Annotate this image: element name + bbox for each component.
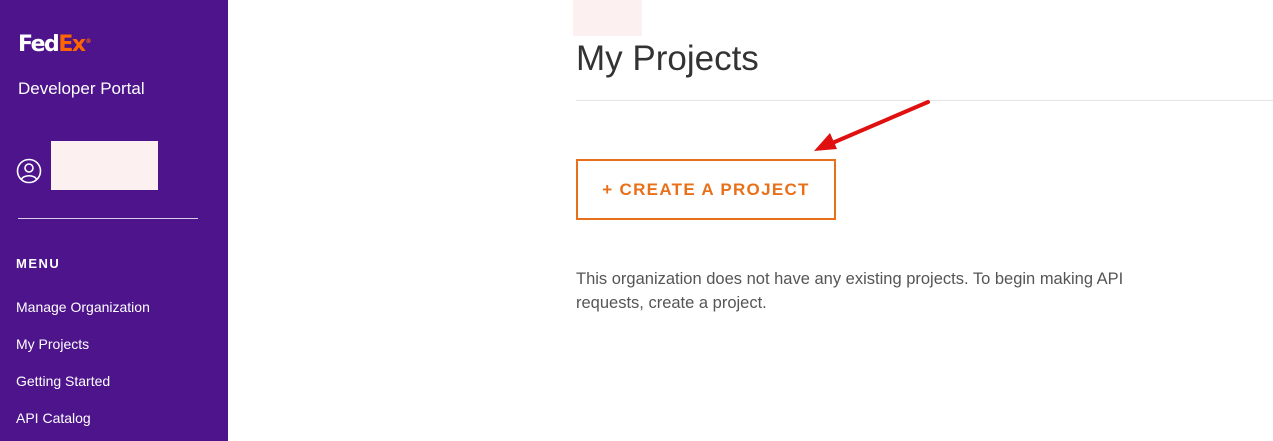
sidebar-item-api-catalog[interactable]: API Catalog bbox=[16, 410, 91, 426]
user-circle-icon[interactable] bbox=[16, 158, 42, 184]
logo-registered-mark: ® bbox=[85, 37, 92, 45]
logo-fed-text: Fed bbox=[18, 32, 60, 57]
redacted-header-box bbox=[573, 0, 642, 36]
red-arrow-annotation bbox=[814, 100, 930, 151]
sidebar-item-getting-started[interactable]: Getting Started bbox=[16, 373, 110, 389]
sidebar-divider bbox=[18, 218, 198, 219]
sidebar-item-my-projects[interactable]: My Projects bbox=[16, 336, 89, 352]
page-title: My Projects bbox=[576, 39, 759, 78]
sidebar-item-manage-organization[interactable]: Manage Organization bbox=[16, 299, 150, 315]
create-project-button[interactable]: + CREATE A PROJECT bbox=[576, 159, 836, 220]
logo-ex-text: Ex bbox=[58, 32, 86, 57]
portal-title: Developer Portal bbox=[18, 79, 145, 98]
empty-projects-message: This organization does not have any exis… bbox=[576, 270, 1124, 312]
menu-heading: MENU bbox=[16, 256, 61, 271]
fedex-logo[interactable]: FedEx® bbox=[18, 34, 92, 56]
user-name-redacted bbox=[51, 141, 158, 190]
sidebar: FedEx® Developer Portal MENU Manage Orga… bbox=[0, 0, 228, 441]
